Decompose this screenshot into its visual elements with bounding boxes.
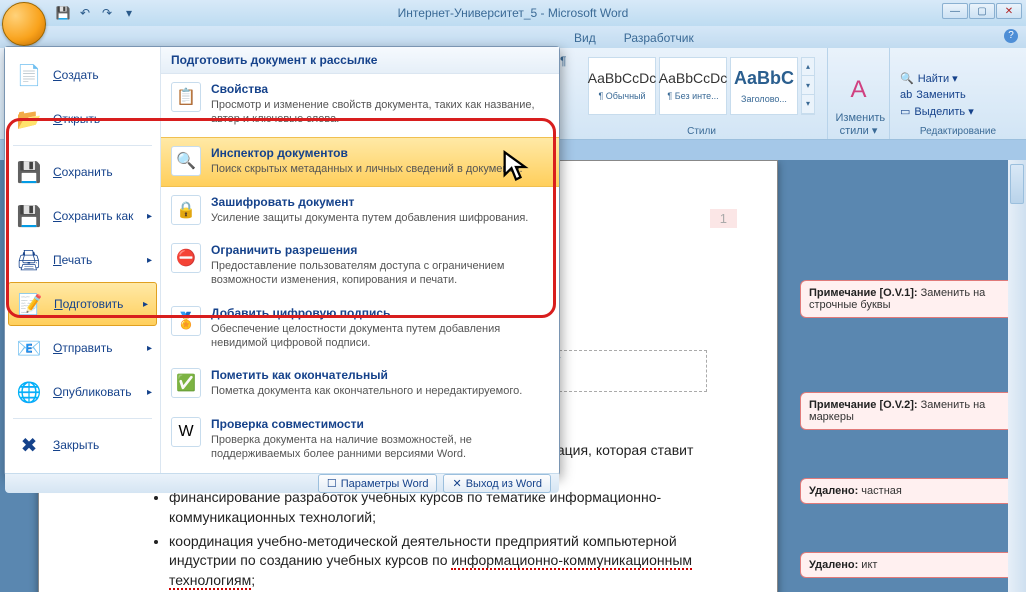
vertical-scrollbar[interactable] bbox=[1008, 160, 1026, 592]
list-item: финансирование разработок учебных курсов… bbox=[169, 488, 707, 527]
style-no-spacing[interactable]: AaBbCcDc¶ Без инте... bbox=[659, 57, 727, 115]
comment-balloon[interactable]: Примечание [O.V.1]: Заменить на строчные… bbox=[800, 280, 1014, 318]
bullet-list: финансирование разработок учебных курсов… bbox=[169, 488, 707, 592]
prepare-item-icon: 🏅 bbox=[171, 306, 201, 336]
scrollbar-thumb[interactable] bbox=[1010, 164, 1024, 204]
exit-word-button[interactable]: ✕Выход из Word bbox=[443, 474, 551, 493]
minimize-button[interactable]: — bbox=[942, 3, 968, 19]
page-number-field: 1 bbox=[710, 209, 737, 228]
menu-item-icon: 🖨 bbox=[15, 246, 43, 274]
submenu-arrow-icon: ▸ bbox=[147, 211, 152, 222]
select-icon: ▭ bbox=[900, 105, 910, 118]
prepare-item-icon: 🔍 bbox=[171, 146, 201, 176]
menu-item-icon: 🌐 bbox=[15, 378, 43, 406]
office-menu-left: 📄Создать📂Открыть 💾Сохранить💾Сохранить как… bbox=[5, 47, 160, 473]
submenu-arrow-icon: ▸ bbox=[147, 387, 152, 398]
save-icon[interactable]: 💾 bbox=[55, 5, 71, 21]
close-button[interactable]: ✕ bbox=[996, 3, 1022, 19]
prepare-item-3[interactable]: ⛔Ограничить разрешенияПредоставление пол… bbox=[161, 235, 559, 298]
titlebar: 💾 ↶ ↷ ▾ Интернет-Университет_5 - Microso… bbox=[0, 0, 1026, 26]
office-menu-item-2[interactable]: 💾Сохранить bbox=[5, 150, 160, 194]
menu-item-icon: 📧 bbox=[15, 334, 43, 362]
prepare-item-6[interactable]: WПроверка совместимостиПроверка документ… bbox=[161, 409, 559, 472]
window-title: Интернет-Университет_5 - Microsoft Word bbox=[398, 6, 629, 20]
select-button[interactable]: ▭Выделить ▾ bbox=[898, 104, 1018, 119]
list-item: координация учебно-методической деятельн… bbox=[169, 532, 707, 591]
styles-gallery[interactable]: AaBbCcDc¶ Обычный AaBbCcDc¶ Без инте... … bbox=[588, 52, 815, 137]
comment-balloon[interactable]: Примечание [O.V.2]: Заменить на маркеры bbox=[800, 392, 1014, 430]
find-button[interactable]: 🔍Найти ▾ bbox=[898, 71, 1018, 86]
quick-access-toolbar: 💾 ↶ ↷ ▾ bbox=[55, 5, 137, 21]
prepare-item-icon: 📋 bbox=[171, 82, 201, 112]
prepare-item-icon: ⛔ bbox=[171, 243, 201, 273]
office-menu-item-5[interactable]: 📝Подготовить▸ bbox=[8, 282, 157, 326]
editing-group-label: Редактирование bbox=[890, 126, 1026, 137]
styles-scroll[interactable]: ▴▾▾ bbox=[801, 57, 815, 115]
office-menu: 📄Создать📂Открыть 💾Сохранить💾Сохранить как… bbox=[4, 46, 560, 476]
submenu-arrow-icon: ▸ bbox=[147, 343, 152, 354]
office-menu-item-6[interactable]: 📧Отправить▸ bbox=[5, 326, 160, 370]
mouse-cursor-icon bbox=[502, 150, 530, 184]
menu-item-icon: ✖ bbox=[15, 431, 43, 459]
menu-item-icon: 💾 bbox=[15, 202, 43, 230]
tab-developer[interactable]: Разработчик bbox=[610, 28, 708, 48]
style-heading[interactable]: AaBbCЗаголово... bbox=[730, 57, 798, 115]
comment-balloons: Примечание [O.V.1]: Заменить на строчные… bbox=[800, 280, 1014, 318]
submenu-arrow-icon: ▸ bbox=[143, 299, 148, 310]
deleted-balloon[interactable]: Удалено: икт bbox=[800, 552, 1014, 578]
office-menu-item-8[interactable]: ✖Закрыть bbox=[5, 423, 160, 467]
submenu-arrow-icon: ▸ bbox=[147, 255, 152, 266]
prepare-submenu: 📋СвойстваПросмотр и изменение свойств до… bbox=[161, 74, 559, 473]
exit-icon: ✕ bbox=[452, 477, 461, 490]
help-icon[interactable]: ? bbox=[1004, 29, 1018, 43]
office-menu-item-1[interactable]: 📂Открыть bbox=[5, 97, 160, 141]
replace-icon: ab bbox=[900, 89, 912, 101]
redo-icon[interactable]: ↷ bbox=[99, 5, 115, 21]
deleted-balloon[interactable]: Удалено: частная bbox=[800, 478, 1014, 504]
options-icon: ☐ bbox=[327, 477, 337, 490]
prepare-item-icon: 🔒 bbox=[171, 195, 201, 225]
maximize-button[interactable]: ▢ bbox=[969, 3, 995, 19]
undo-icon[interactable]: ↶ bbox=[77, 5, 93, 21]
find-icon: 🔍 bbox=[900, 72, 914, 85]
prepare-item-icon: ✅ bbox=[171, 368, 201, 398]
qat-customize-icon[interactable]: ▾ bbox=[121, 5, 137, 21]
prepare-item-5[interactable]: ✅Пометить как окончательныйПометка докум… bbox=[161, 360, 559, 408]
prepare-header: Подготовить документ к рассылке bbox=[161, 47, 559, 74]
styles-group-label: Стили bbox=[576, 126, 827, 137]
office-button[interactable] bbox=[2, 2, 46, 46]
menu-item-icon: 📂 bbox=[15, 105, 43, 133]
prepare-item-4[interactable]: 🏅Добавить цифровую подписьОбеспечение це… bbox=[161, 298, 559, 361]
prepare-item-2[interactable]: 🔒Зашифровать документУсиление защиты док… bbox=[161, 187, 559, 235]
ribbon-tabs: Вид Разработчик ? bbox=[0, 26, 1026, 48]
replace-button[interactable]: abЗаменить bbox=[898, 88, 1018, 102]
menu-item-icon: 📄 bbox=[15, 61, 43, 89]
menu-item-icon: 📝 bbox=[16, 290, 44, 318]
office-menu-item-7[interactable]: 🌐Опубликовать▸ bbox=[5, 370, 160, 414]
paragraph-mark-icon[interactable]: ¶ bbox=[560, 48, 576, 139]
style-normal[interactable]: AaBbCcDc¶ Обычный bbox=[588, 57, 656, 115]
menu-item-icon: 💾 bbox=[15, 158, 43, 186]
office-menu-item-3[interactable]: 💾Сохранить как▸ bbox=[5, 194, 160, 238]
tab-view[interactable]: Вид bbox=[560, 28, 610, 48]
prepare-item-icon: W bbox=[171, 417, 201, 447]
word-options-button[interactable]: ☐Параметры Word bbox=[318, 474, 438, 493]
prepare-item-0[interactable]: 📋СвойстваПросмотр и изменение свойств до… bbox=[161, 74, 559, 137]
office-menu-item-4[interactable]: 🖨Печать▸ bbox=[5, 238, 160, 282]
office-menu-item-0[interactable]: 📄Создать bbox=[5, 53, 160, 97]
prepare-item-1[interactable]: 🔍Инспектор документовПоиск скрытых метад… bbox=[161, 137, 559, 187]
change-styles-button[interactable]: A Изменить стили ▾ bbox=[836, 76, 882, 137]
